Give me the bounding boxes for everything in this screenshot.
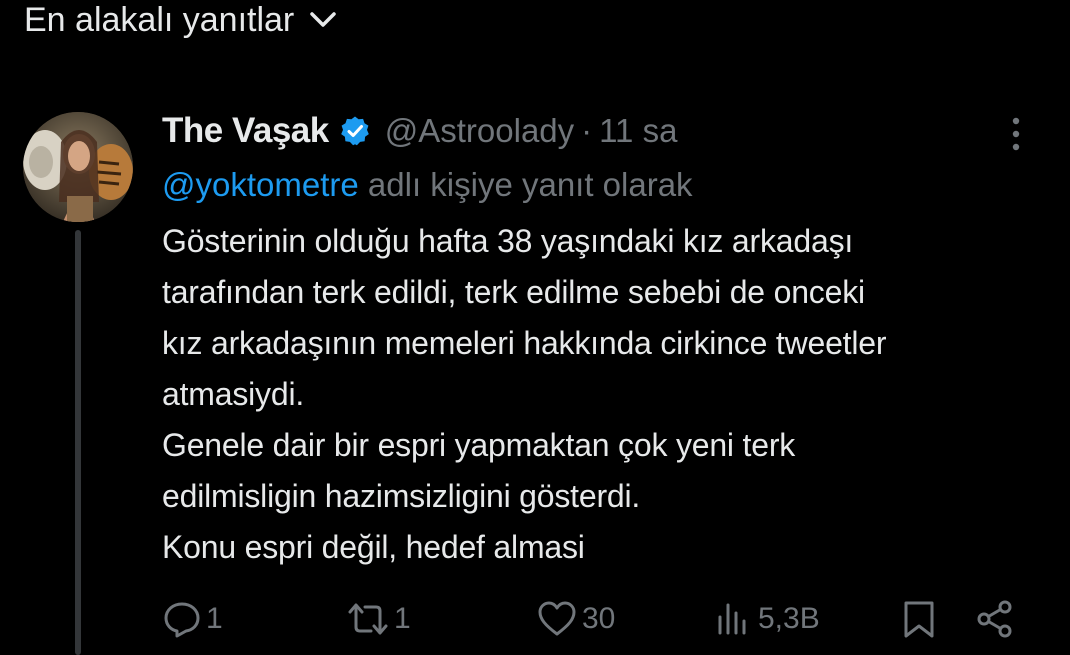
replying-to: @yoktometre adlı kişiye yanıt olarak — [162, 162, 1042, 208]
tweet-text: Gösterinin olduğu hafta 38 yaşındaki kız… — [162, 216, 1042, 573]
share-button[interactable] — [974, 595, 1016, 643]
analytics-icon — [718, 603, 746, 635]
more-vertical-icon — [1012, 117, 1020, 151]
tweet-text-line: kız arkadaşının memeleri hakkında cirkin… — [162, 325, 887, 361]
tweet-timestamp[interactable]: 11 sa — [599, 112, 677, 150]
tweet-action-bar: 1 1 30 5,3B — [0, 595, 1070, 643]
tweet-text-line: Gösterinin olduğu hafta 38 yaşındaki kız… — [162, 223, 854, 259]
views-count: 5,3B — [758, 602, 820, 635]
bookmark-icon — [904, 601, 934, 638]
more-options-button[interactable] — [1004, 114, 1028, 154]
tweet-page: En alakalı yanıtlar The Vaşak @Astroolad… — [0, 0, 1070, 655]
views-button[interactable]: 5,3B — [714, 595, 820, 643]
reply-to-label: adlı kişiye yanıt olarak — [358, 166, 693, 203]
author-handle[interactable]: @Astroolady — [385, 112, 574, 150]
tweet-text-line: edilmisligin hazimsizligini gösterdi. — [162, 478, 641, 514]
like-count: 30 — [582, 602, 616, 635]
retweet-button[interactable]: 1 — [346, 595, 411, 643]
chevron-down-icon — [308, 9, 338, 31]
reply-mention-link[interactable]: @yoktometre — [162, 166, 359, 203]
bookmark-button[interactable] — [900, 595, 938, 643]
separator-dot: · — [581, 112, 593, 149]
heart-icon — [538, 601, 576, 636]
tweet-text-line: atmasiydi. — [162, 376, 305, 412]
reply-sort-dropdown[interactable]: En alakalı yanıtlar — [24, 0, 338, 40]
retweet-count: 1 — [394, 602, 411, 635]
like-button[interactable]: 30 — [536, 595, 615, 643]
verified-badge-icon[interactable] — [339, 115, 371, 147]
avatar[interactable] — [23, 112, 133, 222]
reply-button[interactable]: 1 — [162, 595, 223, 643]
reply-icon — [164, 602, 200, 638]
author-display-name[interactable]: The Vaşak — [162, 111, 329, 151]
tweet-text-line: Konu espri değil, hedef almasi — [162, 529, 585, 565]
tweet-text-line: Genele dair bir espri yapmaktan çok yeni… — [162, 427, 796, 463]
share-icon — [977, 600, 1012, 638]
reply-sort-label: En alakalı yanıtlar — [24, 1, 295, 39]
tweet[interactable]: The Vaşak @Astroolady · 11 sa @yoktometr… — [162, 108, 1042, 573]
tweet-header: The Vaşak @Astroolady · 11 sa — [162, 108, 1042, 154]
reply-count: 1 — [206, 602, 223, 635]
thread-line — [75, 230, 81, 655]
tweet-text-line: tarafından terk edildi, terk edilme sebe… — [162, 274, 865, 310]
retweet-icon — [348, 603, 388, 635]
